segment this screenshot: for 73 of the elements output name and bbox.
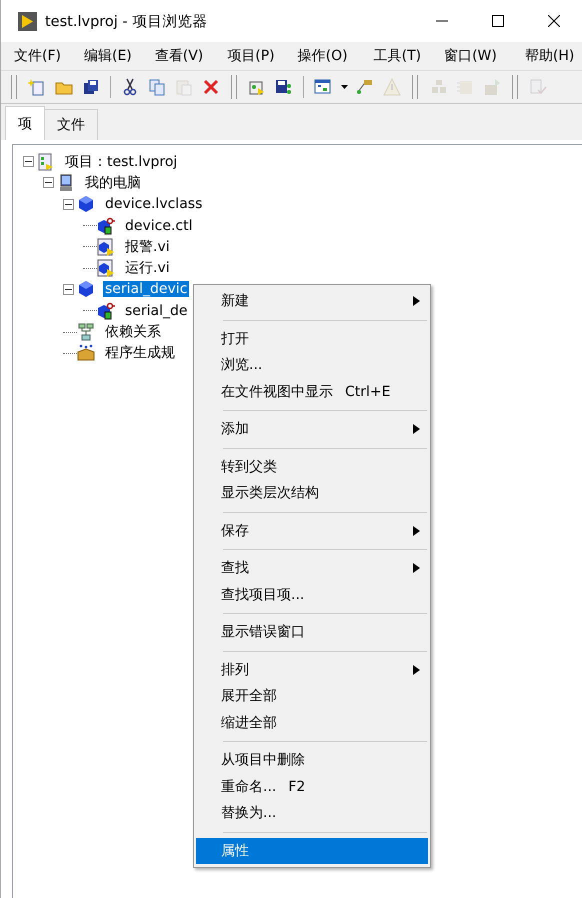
- context-menu-item[interactable]: 浏览...: [196, 352, 428, 378]
- context-menu-item[interactable]: 转到父类: [196, 454, 428, 480]
- menu-item[interactable]: 操作(O): [292, 43, 353, 69]
- computer-icon: [57, 174, 75, 192]
- box-arrow-icon: [483, 78, 501, 96]
- menu-item[interactable]: 工具(T): [368, 43, 426, 69]
- context-menu-item[interactable]: 缩进全部: [196, 710, 428, 736]
- class-control-icon: [97, 302, 115, 320]
- context-menu-item[interactable]: 查找项目项...: [196, 582, 428, 608]
- menu-item[interactable]: 文件(F): [9, 43, 66, 69]
- tree-item[interactable]: 依赖关系: [103, 323, 163, 342]
- collapse-toggle[interactable]: [63, 284, 74, 295]
- shortcut-text: F2: [288, 778, 306, 795]
- collapse-toggle[interactable]: [23, 156, 34, 168]
- context-menu-item[interactable]: 添加: [196, 416, 428, 442]
- paste-icon: [175, 78, 193, 96]
- tree-item[interactable]: 程序生成规: [103, 344, 177, 362]
- context-menu-item[interactable]: 保存: [196, 518, 428, 544]
- document-check-icon: [529, 78, 547, 96]
- boxes-icon: [429, 78, 447, 96]
- tree-item[interactable]: 运行.vi: [123, 259, 172, 278]
- save-project-icon: [275, 78, 293, 96]
- warning-icon: [383, 78, 401, 96]
- maximize-icon: [492, 15, 504, 27]
- menu-item[interactable]: 帮助(H): [520, 43, 580, 69]
- menu-item[interactable]: 项目(P): [222, 43, 280, 69]
- cut-icon: [121, 78, 139, 96]
- context-menu-item[interactable]: 排列: [196, 656, 428, 683]
- vi-icon: [97, 259, 115, 278]
- shortcut-text: Ctrl+E: [345, 384, 390, 400]
- view-options-icon: [314, 78, 332, 96]
- dependencies-icon: [77, 323, 95, 342]
- collapse-toggle[interactable]: [43, 177, 54, 188]
- copy-icon: [148, 78, 166, 96]
- context-menu-item[interactable]: 新建: [196, 288, 428, 314]
- context-menu-item[interactable]: 属性: [196, 838, 428, 864]
- tree-item[interactable]: device.lvclass: [103, 196, 204, 212]
- app-icon: [18, 12, 37, 30]
- tree-item[interactable]: serial_de: [123, 302, 190, 319]
- build-box-icon: [77, 344, 95, 362]
- new-file-icon: [28, 78, 46, 96]
- class-control-icon: [97, 216, 115, 235]
- context-menu-item[interactable]: 展开全部: [196, 683, 428, 710]
- tab[interactable]: 文件: [44, 109, 98, 140]
- tree-item[interactable]: serial_devic: [103, 281, 190, 298]
- project-icon: [37, 152, 55, 171]
- delete-icon: [202, 78, 220, 96]
- context-menu-item[interactable]: 打开: [196, 326, 428, 352]
- collapse-toggle[interactable]: [63, 198, 74, 210]
- menu-item[interactable]: 查看(V): [150, 43, 208, 69]
- context-menu-item[interactable]: 在文件视图中显示 Ctrl+E: [196, 378, 428, 405]
- context-menu-item[interactable]: 查找: [196, 555, 428, 582]
- hierarchy-icon: [356, 78, 374, 96]
- context-menu-item[interactable]: 显示错误窗口: [196, 619, 428, 646]
- menu-item[interactable]: 编辑(E): [78, 43, 137, 69]
- close-icon: [548, 15, 560, 27]
- save-all-icon: [82, 78, 100, 96]
- cube-icon: [77, 280, 95, 298]
- tree-item[interactable]: device.ctl: [123, 218, 195, 234]
- vi-icon: [97, 238, 115, 256]
- cube-icon: [77, 195, 95, 214]
- context-menu-item[interactable]: 从项目中删除: [196, 747, 428, 774]
- tree-item[interactable]: 我的电脑: [83, 174, 143, 192]
- menu-item[interactable]: 窗口(W): [439, 43, 502, 69]
- context-menu-item[interactable]: 显示类层次结构: [196, 480, 428, 506]
- context-menu-item[interactable]: 替换为...: [196, 800, 428, 826]
- tab[interactable]: 项: [5, 106, 45, 140]
- tree-item[interactable]: 项目：test.lvproj: [63, 152, 180, 171]
- tree-item[interactable]: 报警.vi: [123, 238, 172, 256]
- window-title: test.lvproj - 项目浏览器: [45, 12, 208, 30]
- caret-icon: [340, 85, 348, 89]
- box-icon: [456, 78, 474, 96]
- context-menu-item[interactable]: 重命名... F2: [196, 774, 428, 800]
